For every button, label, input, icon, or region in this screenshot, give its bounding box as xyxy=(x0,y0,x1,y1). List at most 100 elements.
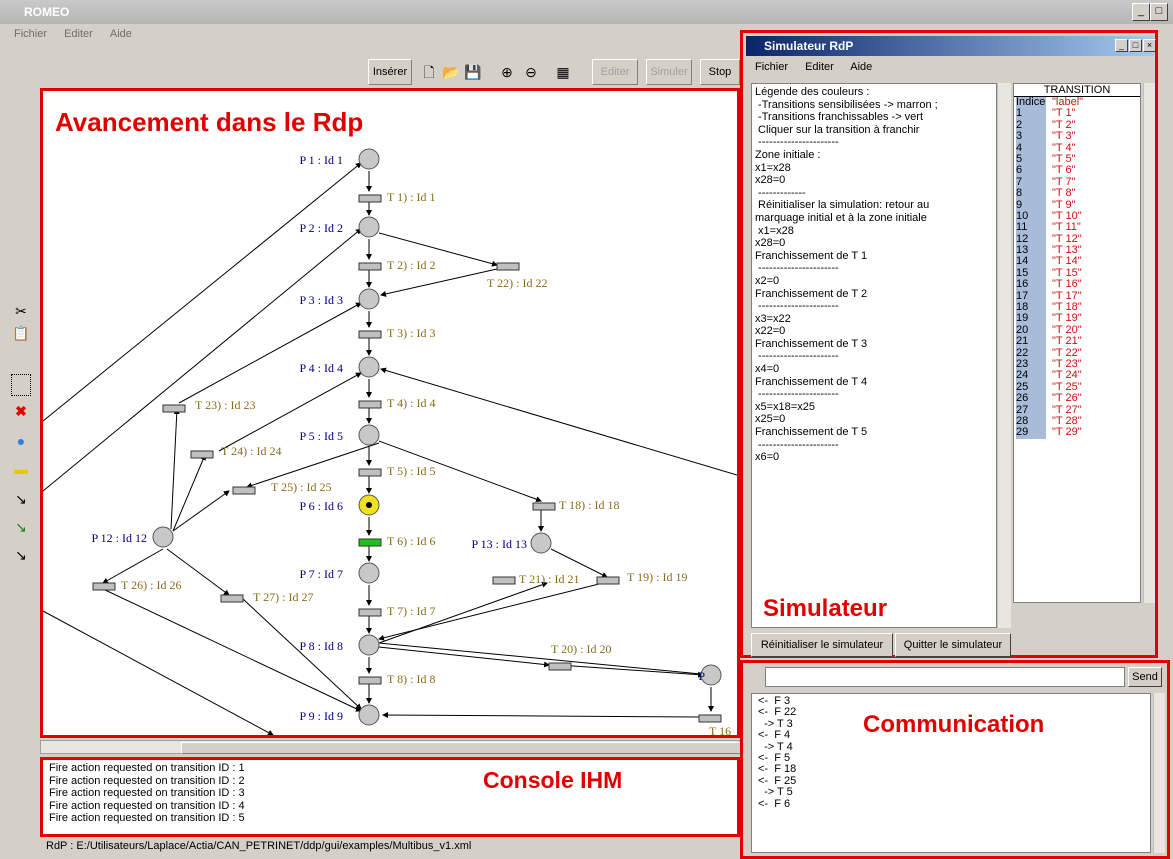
select-tool-icon[interactable] xyxy=(11,374,31,396)
table-row[interactable]: 2 "T 2" xyxy=(1014,119,1140,132)
transition-node[interactable] xyxy=(162,404,186,413)
transition-node[interactable] xyxy=(532,502,556,511)
place-node[interactable] xyxy=(358,424,380,446)
minimize-button[interactable]: _ xyxy=(1132,3,1150,21)
place-node[interactable] xyxy=(358,704,380,726)
log-line: ------------- xyxy=(755,186,806,199)
place-node[interactable] xyxy=(358,356,380,378)
log-line: ---------------------- xyxy=(755,350,839,363)
transition-node[interactable] xyxy=(358,468,382,477)
new-file-icon[interactable]: 🗋 xyxy=(418,60,440,84)
cut-icon[interactable]: ✂ xyxy=(8,300,34,322)
transition-node[interactable] xyxy=(190,450,214,459)
transition-label: T 24) : Id 24 xyxy=(221,444,281,458)
transition-label: T 27) : Id 27 xyxy=(253,590,313,604)
read-arc-icon[interactable]: ↘ xyxy=(8,544,34,566)
row-label: "T 11" xyxy=(1052,221,1081,234)
transition-node[interactable] xyxy=(596,576,620,585)
transition-tool-icon[interactable]: ▬ xyxy=(8,458,34,480)
send-button[interactable]: Send xyxy=(1128,667,1162,687)
place-node[interactable] xyxy=(152,526,174,548)
save-icon[interactable]: 💾 xyxy=(462,60,484,84)
transition-node[interactable] xyxy=(92,582,116,591)
table-row[interactable]: 26 "T 26" xyxy=(1014,392,1140,405)
table-row[interactable]: 6 "T 6" xyxy=(1014,164,1140,177)
row-index: 16 xyxy=(1016,278,1046,291)
log-scrollbar[interactable] xyxy=(997,83,1011,628)
grid-icon[interactable]: ▦ xyxy=(552,60,574,84)
transition-node[interactable] xyxy=(358,538,382,547)
menu-aide[interactable]: Aide xyxy=(110,28,132,40)
sim-close-button[interactable]: × xyxy=(1143,39,1156,52)
transition-node[interactable] xyxy=(358,676,382,685)
table-row[interactable]: 4 "T 4" xyxy=(1014,142,1140,154)
insert-button[interactable]: Insérer xyxy=(368,59,412,85)
zoom-in-icon[interactable]: ⊕ xyxy=(496,60,518,84)
table-row[interactable]: 7 "T 7" xyxy=(1014,176,1140,189)
menu-editer[interactable]: Editer xyxy=(64,28,93,40)
table-row[interactable]: 11 "T 11" xyxy=(1014,221,1140,234)
canvas-horizontal-scrollbar[interactable] xyxy=(40,740,743,754)
transition-node[interactable] xyxy=(496,262,520,271)
log-line: Réinitialiser la simulation: retour au xyxy=(755,199,930,212)
sim-menu-aide[interactable]: Aide xyxy=(850,61,872,73)
table-row[interactable]: 16 "T 16" xyxy=(1014,278,1140,291)
place-node[interactable] xyxy=(358,634,380,656)
transition-node[interactable] xyxy=(358,400,382,409)
petri-net-diagram[interactable]: P 1 : Id 1 P 2 : Id 2 P 3 : Id 3 P 4 : Id 4… xyxy=(43,91,737,735)
quit-simulator-button[interactable]: Quitter le simulateur xyxy=(895,633,1011,657)
communication-annotation: Communication xyxy=(863,711,1045,738)
transition-node[interactable] xyxy=(358,608,382,617)
table-row[interactable]: 8 "T 8" xyxy=(1014,187,1140,200)
message-input[interactable] xyxy=(765,667,1125,687)
transition-label: T 2) : Id 2 xyxy=(387,258,435,272)
menu-fichier[interactable]: Fichier xyxy=(14,28,47,40)
arc xyxy=(382,712,700,719)
place-node[interactable] xyxy=(358,216,380,238)
transition-node[interactable] xyxy=(358,330,382,339)
edit-button[interactable]: Editer xyxy=(592,59,638,85)
message-scrollbar[interactable] xyxy=(1153,693,1165,853)
transition-node[interactable] xyxy=(232,486,256,495)
inhibitor-arc-icon[interactable]: ↘ xyxy=(8,516,34,538)
reset-simulator-button[interactable]: Réinitialiser le simulateur xyxy=(751,633,893,657)
log-line: x1=x28 xyxy=(755,161,791,174)
sim-minimize-button[interactable]: _ xyxy=(1115,39,1128,52)
stop-button[interactable]: Stop xyxy=(700,59,740,85)
arc-tool-icon[interactable]: ↘ xyxy=(8,488,34,510)
place-node[interactable] xyxy=(530,532,552,554)
transition-node[interactable] xyxy=(220,594,244,603)
table-row[interactable]: 3 "T 3" xyxy=(1014,130,1140,143)
table-row[interactable]: 5 "T 5" xyxy=(1014,153,1140,166)
paste-icon[interactable]: 📋 xyxy=(8,322,34,344)
sim-menu-fichier[interactable]: Fichier xyxy=(755,61,788,73)
petri-net-canvas[interactable]: P 1 : Id 1 P 2 : Id 2 P 3 : Id 3 P 4 : Id 4… xyxy=(40,88,740,738)
maximize-button[interactable]: □ xyxy=(1150,3,1168,21)
log-line: ---------------------- xyxy=(755,262,839,275)
place-node[interactable] xyxy=(358,562,380,584)
delete-icon[interactable]: ✖ xyxy=(8,400,34,422)
table-row[interactable]: 29 "T 29" xyxy=(1014,426,1140,439)
table-row[interactable]: 21 "T 21" xyxy=(1014,335,1140,348)
place-node[interactable] xyxy=(358,148,380,170)
table-row[interactable]: 1 "T 1" xyxy=(1014,107,1140,120)
scroll-thumb[interactable] xyxy=(181,742,743,754)
transition-node[interactable] xyxy=(358,262,382,271)
zoom-out-icon[interactable]: ⊖ xyxy=(520,60,542,84)
open-folder-icon[interactable]: 📂 xyxy=(440,60,462,84)
transition-list[interactable]: TRANSITION Indice "label" 1 "T 1" 2 "T 2" 3 "… xyxy=(1013,83,1141,603)
log-line: marquage initial et à la zone initiale xyxy=(755,211,927,224)
transition-node[interactable] xyxy=(358,194,382,203)
transition-scrollbar[interactable] xyxy=(1143,83,1155,603)
place-tool-icon[interactable]: ● xyxy=(8,430,34,452)
sim-maximize-button[interactable]: □ xyxy=(1129,39,1142,52)
place-node[interactable] xyxy=(358,288,380,310)
token xyxy=(366,502,372,508)
transition-node[interactable] xyxy=(492,576,516,585)
log-line: x2=0 xyxy=(755,274,780,287)
transition-node[interactable] xyxy=(548,662,572,671)
sim-menu-editer[interactable]: Editer xyxy=(805,61,834,73)
simulate-button[interactable]: Simuler xyxy=(646,59,692,85)
place-label: P 13 : Id 13 xyxy=(471,537,527,551)
transition-node[interactable] xyxy=(698,714,722,723)
